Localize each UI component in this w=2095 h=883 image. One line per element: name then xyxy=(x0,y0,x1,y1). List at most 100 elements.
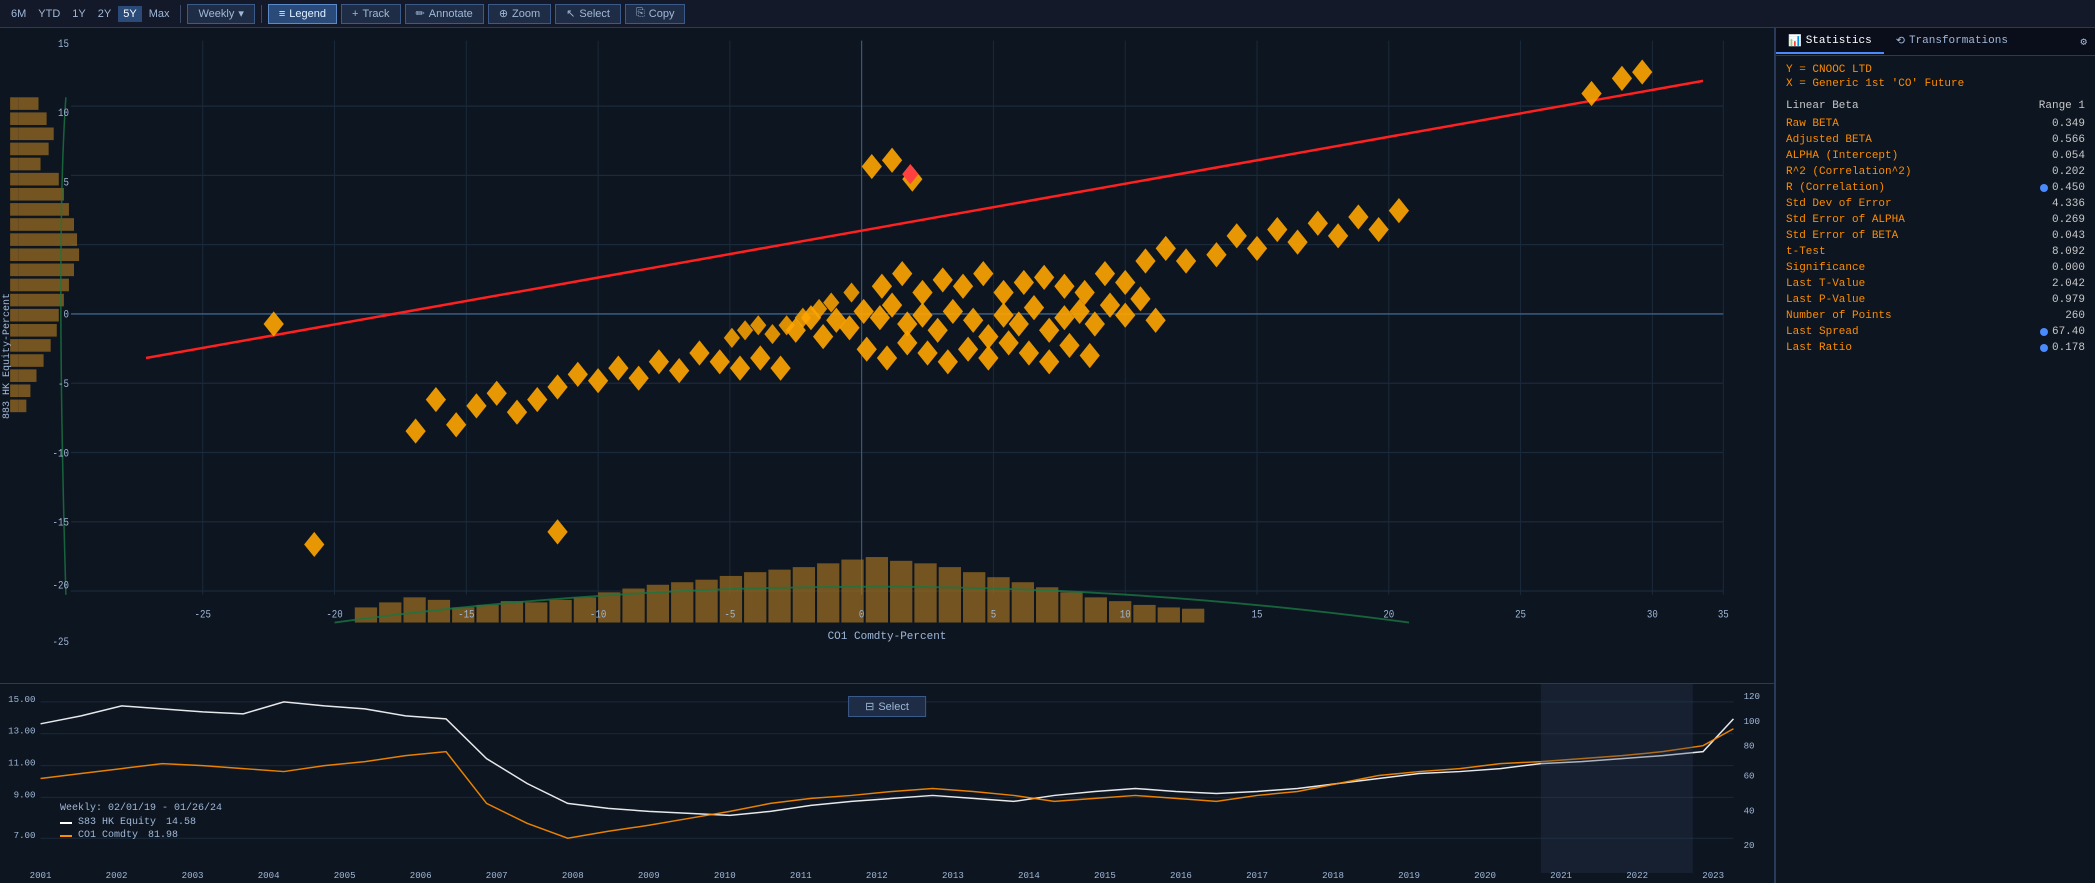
svg-text:-15: -15 xyxy=(53,517,69,530)
settings-button[interactable]: ⚙ xyxy=(2072,31,2095,53)
stats-value-13: 67.40 xyxy=(2052,326,2085,338)
svg-text:10: 10 xyxy=(58,107,69,120)
stats-value-4: 0.450 xyxy=(2052,182,2085,194)
stats-value-1: 0.566 xyxy=(2052,134,2085,146)
svg-text:5: 5 xyxy=(991,609,996,622)
stats-row-12: Number of Points260 xyxy=(1786,308,2085,324)
stats-row-10: Last T-Value2.042 xyxy=(1786,276,2085,292)
svg-text:15: 15 xyxy=(58,38,69,51)
stats-row-11: Last P-Value0.979 xyxy=(1786,292,2085,308)
svg-text:2010: 2010 xyxy=(714,870,736,881)
svg-text:2015: 2015 xyxy=(1094,870,1116,881)
select-icon: ⊟ xyxy=(865,700,874,713)
svg-text:7.00: 7.00 xyxy=(14,830,36,841)
toolbar: 6M YTD 1Y 2Y 5Y Max Weekly ▾ ≡ Legend + … xyxy=(0,0,2095,28)
stats-label-3: R^2 (Correlation^2) xyxy=(1786,166,1911,178)
time-5y[interactable]: 5Y xyxy=(118,6,141,22)
svg-text:20: 20 xyxy=(1383,609,1394,622)
svg-text:2001: 2001 xyxy=(30,870,52,881)
legend-s83: S83 HK Equity 14.58 xyxy=(60,817,222,828)
x-label: X = Generic 1st 'CO' Future xyxy=(1786,78,2085,90)
stats-label-14: Last Ratio xyxy=(1786,342,1852,354)
svg-text:2023: 2023 xyxy=(1702,870,1724,881)
svg-text:100: 100 xyxy=(1744,716,1760,727)
stats-row-6: Std Error of ALPHA0.269 xyxy=(1786,212,2085,228)
right-panel: 📊 Statistics ⟲ Transformations ⚙ Y = CNO… xyxy=(1775,28,2095,883)
pencil-icon: ✏ xyxy=(416,7,425,20)
svg-text:2012: 2012 xyxy=(866,870,888,881)
stats-value-9: 0.000 xyxy=(2052,262,2085,274)
stats-row-8: t-Test8.092 xyxy=(1786,244,2085,260)
stats-label-6: Std Error of ALPHA xyxy=(1786,214,1905,226)
svg-text:15.00: 15.00 xyxy=(8,694,35,705)
frequency-label: Weekly xyxy=(198,8,234,20)
track-button[interactable]: + Track xyxy=(341,4,401,24)
stats-label-0: Raw BETA xyxy=(1786,118,1839,130)
stats-row-7: Std Error of BETA0.043 xyxy=(1786,228,2085,244)
svg-text:2008: 2008 xyxy=(562,870,584,881)
panel-tabs: 📊 Statistics ⟲ Transformations ⚙ xyxy=(1776,28,2095,56)
magnify-icon: ⊕ xyxy=(499,7,508,20)
chart-icon: 📊 xyxy=(1788,34,1802,48)
tab-statistics[interactable]: 📊 Statistics xyxy=(1776,30,1884,54)
info-dot-13 xyxy=(2040,328,2048,336)
stats-label-2: ALPHA (Intercept) xyxy=(1786,150,1898,162)
separator-1 xyxy=(180,5,181,23)
range-label: Range 1 xyxy=(2039,100,2085,112)
stats-row-4: R (Correlation) 0.450 xyxy=(1786,180,2085,196)
annotate-button[interactable]: ✏ Annotate xyxy=(405,4,484,24)
time-ytd[interactable]: YTD xyxy=(33,6,65,22)
tab-transformations[interactable]: ⟲ Transformations xyxy=(1884,30,2020,54)
time-max[interactable]: Max xyxy=(144,6,175,22)
zoom-button[interactable]: ⊕ Zoom xyxy=(488,4,551,24)
stats-value-3: 0.202 xyxy=(2052,166,2085,178)
stats-row-5: Std Dev of Error4.336 xyxy=(1786,196,2085,212)
stats-label-4: R (Correlation) xyxy=(1786,182,1885,194)
svg-text:40: 40 xyxy=(1744,805,1755,816)
select-button[interactable]: ↖ Select xyxy=(555,4,621,24)
svg-text:-10: -10 xyxy=(53,447,69,460)
cursor-icon: ↖ xyxy=(566,7,575,20)
svg-text:25: 25 xyxy=(1515,609,1526,622)
stats-value-5: 4.336 xyxy=(2052,198,2085,210)
svg-text:60: 60 xyxy=(1744,771,1755,782)
svg-text:-20: -20 xyxy=(53,580,69,593)
stats-value-8: 8.092 xyxy=(2052,246,2085,258)
info-dot-4 xyxy=(2040,184,2048,192)
stats-label-10: Last T-Value xyxy=(1786,278,1865,290)
legend-button[interactable]: ≡ Legend xyxy=(268,4,337,24)
stats-row-9: Significance0.000 xyxy=(1786,260,2085,276)
gear-icon: ⚙ xyxy=(2080,37,2087,49)
svg-text:2005: 2005 xyxy=(334,870,356,881)
stats-value-11: 0.979 xyxy=(2052,294,2085,306)
stats-row-0: Raw BETA0.349 xyxy=(1786,116,2085,132)
main-layout: Y = 0.349 X + 0.054 883 HK Equity-Percen… xyxy=(0,28,2095,883)
svg-text:-10: -10 xyxy=(590,609,606,622)
stats-content: Y = CNOOC LTD X = Generic 1st 'CO' Futur… xyxy=(1776,56,2095,883)
svg-text:0: 0 xyxy=(859,609,864,622)
co1-label: CO1 Comdty xyxy=(78,830,138,841)
stats-row-1: Adjusted BETA 0.566 xyxy=(1786,132,2085,148)
svg-text:9.00: 9.00 xyxy=(14,790,36,801)
legend-co1: CO1 Comdty 81.98 xyxy=(60,830,222,841)
legend-date-range: Weekly: 02/01/19 - 01/26/24 xyxy=(60,803,222,814)
stats-label-1: Adjusted BETA xyxy=(1786,134,1872,146)
copy-button[interactable]: ⎘ Copy xyxy=(625,4,686,24)
time-6m[interactable]: 6M xyxy=(6,6,31,22)
s83-color-indicator xyxy=(60,822,72,824)
svg-text:-20: -20 xyxy=(326,609,342,622)
stats-label-12: Number of Points xyxy=(1786,310,1892,322)
y-label: Y = CNOOC LTD xyxy=(1786,64,2085,76)
timeseries-legend: Weekly: 02/01/19 - 01/26/24 S83 HK Equit… xyxy=(60,803,222,843)
svg-text:2006: 2006 xyxy=(410,870,432,881)
svg-text:2019: 2019 xyxy=(1398,870,1420,881)
time-2y[interactable]: 2Y xyxy=(93,6,116,22)
svg-text:80: 80 xyxy=(1744,741,1755,752)
co1-color-indicator xyxy=(60,835,72,837)
frequency-selector[interactable]: Weekly ▾ xyxy=(187,4,254,24)
time-1y[interactable]: 1Y xyxy=(67,6,90,22)
timeseries-select-button[interactable]: ⊟ Select xyxy=(848,696,926,717)
chart-area: Y = 0.349 X + 0.054 883 HK Equity-Percen… xyxy=(0,28,1775,883)
stats-row-2: ALPHA (Intercept)0.054 xyxy=(1786,148,2085,164)
scatter-section: Y = 0.349 X + 0.054 883 HK Equity-Percen… xyxy=(0,28,1775,683)
